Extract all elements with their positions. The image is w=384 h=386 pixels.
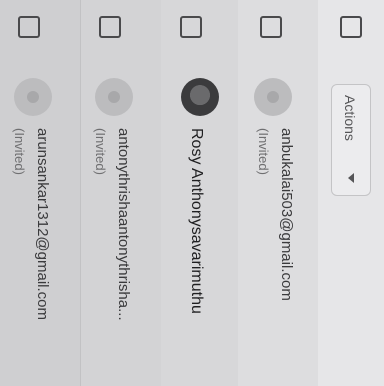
member-status: (Invited): [93, 128, 108, 175]
member-status: (Invited): [12, 128, 27, 175]
member-name: arunsankar1312@gmail.com: [34, 128, 51, 320]
row-checkbox[interactable]: [18, 16, 40, 38]
actions-label: Actions: [342, 95, 358, 141]
member-row[interactable]: antonythrishaantonythrisha... (Invited): [80, 0, 161, 386]
actions-dropdown[interactable]: Actions: [331, 84, 371, 196]
row-checkbox[interactable]: [99, 16, 121, 38]
row-checkbox[interactable]: [260, 16, 282, 38]
member-status: (Invited): [256, 128, 271, 175]
member-row[interactable]: Rosy Anthonysavarimuthu: [160, 0, 238, 386]
avatar: [181, 78, 219, 116]
member-row[interactable]: arunsankar1312@gmail.com (Invited): [0, 0, 80, 386]
select-all-checkbox[interactable]: [340, 16, 362, 38]
avatar: [14, 78, 52, 116]
avatar: [254, 78, 292, 116]
chevron-down-icon: [348, 173, 354, 183]
member-name: antonythrishaantonythrisha...: [115, 128, 132, 321]
avatar: [95, 78, 133, 116]
row-checkbox[interactable]: [180, 16, 202, 38]
member-name: anbukalai503@gmail.com: [278, 128, 295, 301]
member-name: Rosy Anthonysavarimuthu: [188, 128, 205, 314]
member-row[interactable]: anbukalai503@gmail.com (Invited): [237, 0, 318, 386]
